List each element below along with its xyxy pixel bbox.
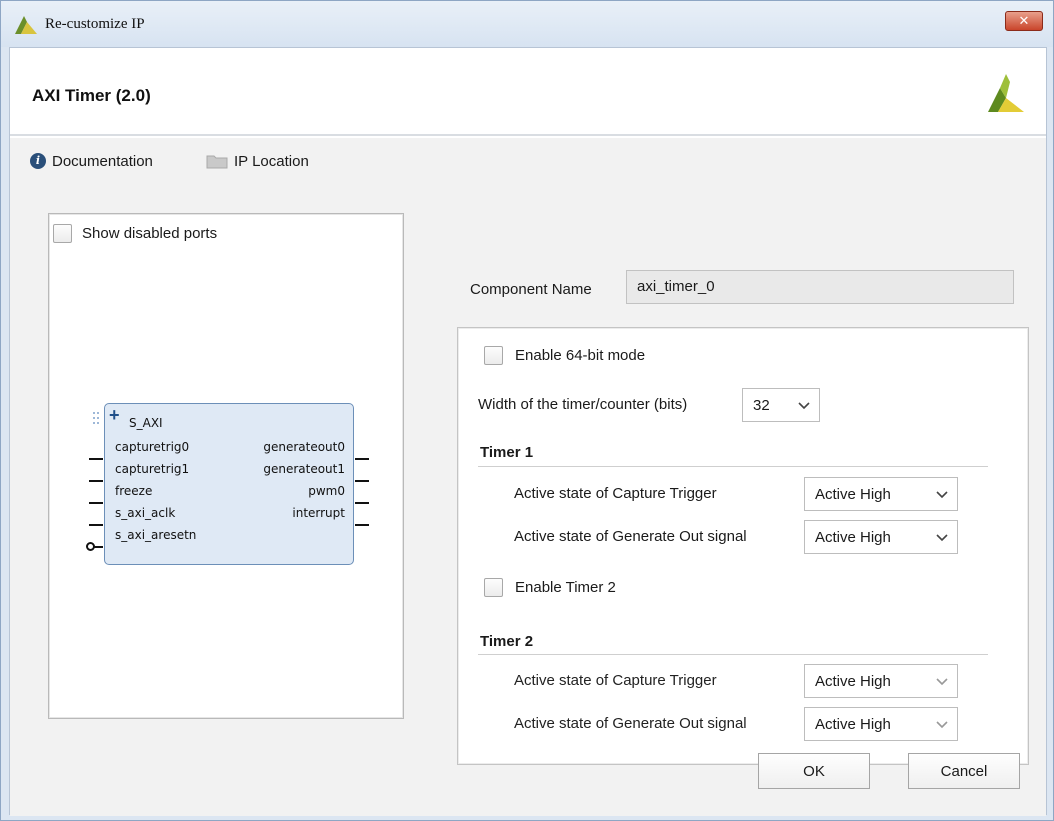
- width-value: 32: [753, 396, 770, 414]
- ok-button[interactable]: OK: [758, 753, 870, 789]
- timer1-capture-value: Active High: [815, 485, 891, 503]
- close-icon: ✕: [1018, 13, 1030, 28]
- enable-timer2-option[interactable]: Enable Timer 2: [484, 578, 616, 597]
- ip-location-label: IP Location: [234, 152, 309, 170]
- timer1-generate-value: Active High: [815, 528, 891, 546]
- timer2-capture-label: Active state of Capture Trigger: [514, 672, 717, 689]
- title-bar[interactable]: Re-customize IP ✕: [1, 1, 1053, 47]
- info-icon: i: [30, 153, 46, 169]
- port-right: generateout0: [263, 440, 345, 454]
- port-right: interrupt: [292, 506, 345, 520]
- chevron-down-icon: [936, 491, 948, 499]
- pin-line: [355, 458, 369, 460]
- enable-64bit-option[interactable]: Enable 64-bit mode: [484, 346, 645, 365]
- show-disabled-ports-checkbox[interactable]: [53, 224, 72, 243]
- width-label: Width of the timer/counter (bits): [478, 396, 688, 413]
- ip-title: AXI Timer (2.0): [32, 86, 151, 105]
- symbol-pane: Show disabled ports + S_AXI capturetrig0…: [48, 213, 404, 719]
- show-disabled-ports-label: Show disabled ports: [82, 225, 218, 242]
- chevron-down-icon: [936, 534, 948, 542]
- timer1-capture-label: Active state of Capture Trigger: [514, 485, 717, 502]
- port-left: s_axi_aresetn: [115, 528, 197, 542]
- timer1-generate-select[interactable]: Active High: [804, 520, 958, 554]
- width-select[interactable]: 32: [742, 388, 820, 422]
- config-panel: Enable 64-bit mode Width of the timer/co…: [457, 327, 1029, 765]
- section-divider: [478, 654, 988, 655]
- timer2-generate-value: Active High: [815, 715, 891, 733]
- timer1-generate-label: Active state of Generate Out signal: [514, 528, 747, 545]
- pin-line: [89, 524, 103, 526]
- component-name-value: axi_timer_0: [637, 278, 715, 295]
- timer2-title: Timer 2: [480, 633, 534, 650]
- dialog-client: AXI Timer (2.0) i Documentation IP Locat…: [9, 47, 1047, 816]
- timer2-capture-value: Active High: [815, 672, 891, 690]
- pin-line: [89, 502, 103, 504]
- window-title: Re-customize IP: [45, 16, 145, 32]
- section-divider: [478, 466, 988, 467]
- timer1-capture-select[interactable]: Active High: [804, 477, 958, 511]
- xilinx-logo-icon: [988, 74, 1024, 112]
- close-button[interactable]: ✕: [1005, 11, 1043, 31]
- dialog-window: Re-customize IP ✕ AXI Timer (2.0) i Docu…: [0, 0, 1054, 821]
- port-left: capturetrig0: [115, 440, 190, 454]
- pin-line: [89, 480, 103, 482]
- chevron-down-icon: [936, 721, 948, 729]
- enable-64bit-label: Enable 64-bit mode: [515, 347, 646, 364]
- enable-timer2-checkbox[interactable]: [484, 578, 503, 597]
- pin-line: [355, 524, 369, 526]
- port-right: generateout1: [263, 462, 345, 476]
- pin-line: [355, 502, 369, 504]
- timer2-generate-label: Active state of Generate Out signal: [514, 715, 747, 732]
- pin-line: [89, 458, 103, 460]
- ip-location-link[interactable]: IP Location: [206, 150, 309, 172]
- timer2-generate-select[interactable]: Active High: [804, 707, 958, 741]
- timer1-title: Timer 1: [480, 444, 534, 461]
- ip-symbol-block: + S_AXI capturetrig0 capturetrig1 freeze…: [93, 403, 354, 565]
- documentation-link[interactable]: i Documentation: [30, 150, 153, 172]
- port-right: pwm0: [308, 484, 345, 498]
- chevron-down-icon: [798, 402, 810, 410]
- component-name-label: Component Name: [470, 281, 592, 298]
- pin-line: [355, 480, 369, 482]
- main-content: Show disabled ports + S_AXI capturetrig0…: [10, 184, 1046, 816]
- bus-interface-label: S_AXI: [129, 416, 163, 430]
- expand-plus-icon[interactable]: +: [109, 406, 120, 424]
- timer2-capture-select[interactable]: Active High: [804, 664, 958, 698]
- enable-64bit-checkbox[interactable]: [484, 346, 503, 365]
- port-left: capturetrig1: [115, 462, 190, 476]
- documentation-label: Documentation: [52, 152, 153, 170]
- port-left: s_axi_aclk: [115, 506, 176, 520]
- cancel-button[interactable]: Cancel: [908, 753, 1020, 789]
- folder-icon: [206, 155, 228, 169]
- drag-handle-icon: [93, 412, 99, 424]
- show-disabled-ports-option[interactable]: Show disabled ports: [53, 224, 217, 243]
- port-left: freeze: [115, 484, 153, 498]
- links-bar: i Documentation IP Location: [10, 138, 1046, 184]
- component-name-field[interactable]: axi_timer_0: [626, 270, 1014, 304]
- active-low-bubble-icon: [86, 542, 95, 551]
- vivado-app-icon: [15, 16, 37, 34]
- enable-timer2-label: Enable Timer 2: [515, 579, 616, 596]
- chevron-down-icon: [936, 678, 948, 686]
- dialog-header: AXI Timer (2.0): [10, 48, 1046, 136]
